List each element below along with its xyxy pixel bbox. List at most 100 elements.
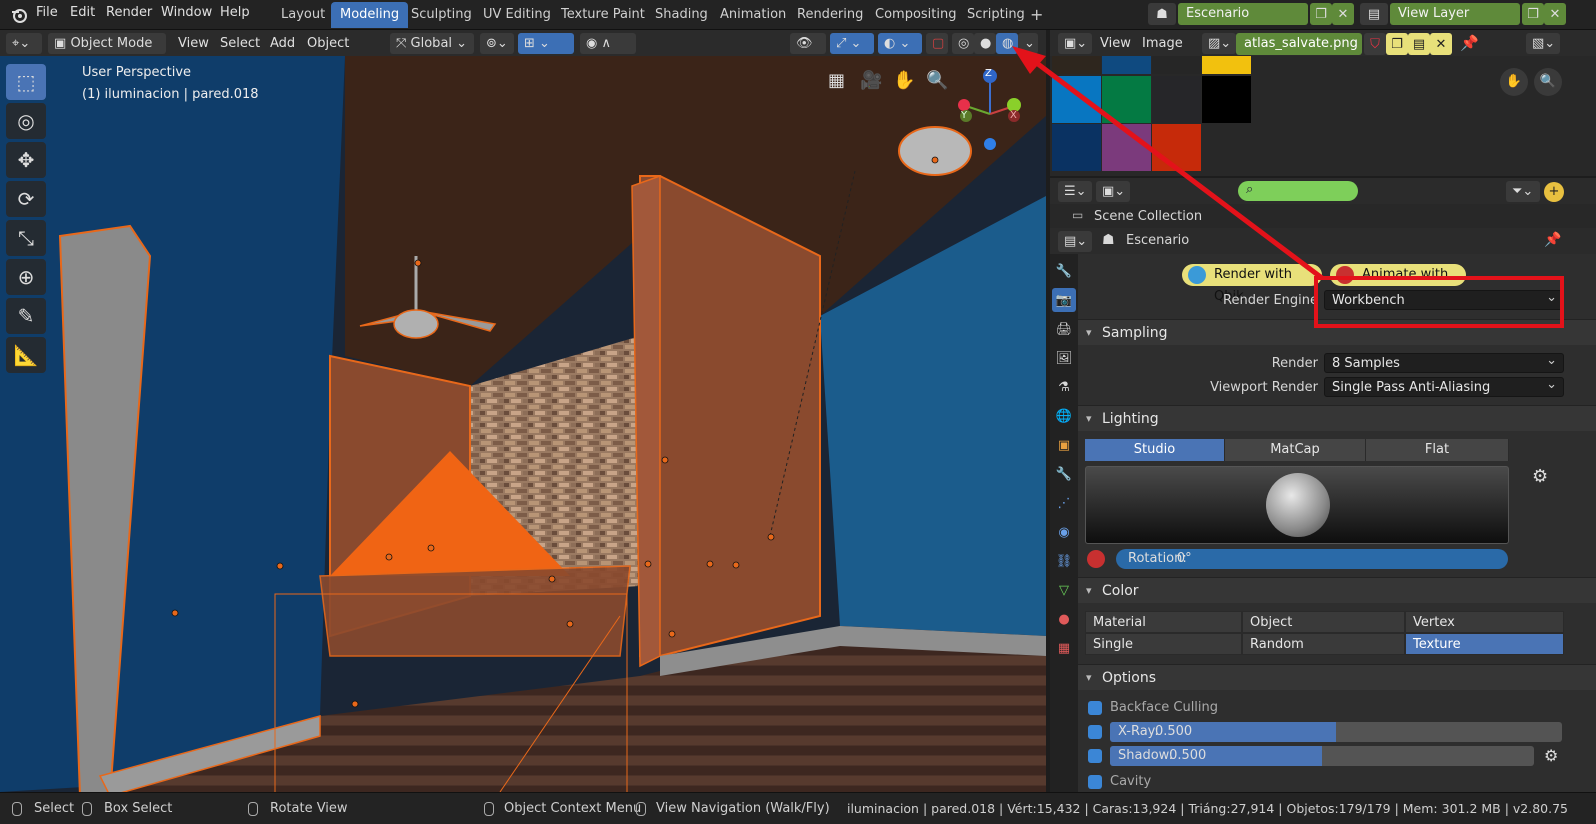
- viewport-render-dropdown[interactable]: Single Pass Anti-Aliasing: [1324, 375, 1564, 397]
- proportional-editing-icon[interactable]: ◉ ∧: [580, 33, 636, 54]
- select-box-tool-icon[interactable]: ⬚: [6, 64, 46, 100]
- lighting-mode-studio[interactable]: Studio: [1085, 439, 1225, 461]
- workspace-tab-shading[interactable]: Shading: [646, 2, 717, 28]
- lookdev-shading-icon[interactable]: ◍: [996, 33, 1018, 54]
- workspace-tab-texture-paint[interactable]: Texture Paint: [552, 2, 654, 28]
- studio-light-settings-icon[interactable]: ⚙: [1532, 466, 1548, 487]
- image-menu-view[interactable]: View: [1100, 34, 1131, 54]
- particles-tab-icon[interactable]: ⋰: [1052, 491, 1076, 515]
- scene-tab-icon[interactable]: ⚗: [1052, 375, 1076, 399]
- workspace-tab-compositing[interactable]: Compositing: [866, 2, 966, 28]
- color-mode-material[interactable]: Material: [1085, 611, 1242, 633]
- view-layer-tab-icon[interactable]: 🖼: [1052, 346, 1076, 370]
- toggle-grid-icon[interactable]: ▦: [828, 70, 845, 91]
- viewport-menu-object[interactable]: Object: [307, 34, 349, 54]
- unlink-image-icon[interactable]: ✕: [1430, 33, 1452, 55]
- new-image-icon[interactable]: ❐: [1386, 33, 1408, 55]
- color-mode-object[interactable]: Object: [1242, 611, 1405, 633]
- xray-checkbox[interactable]: [1088, 725, 1102, 739]
- color-mode-vertex[interactable]: Vertex: [1405, 611, 1564, 633]
- zoom-view-icon[interactable]: 🔍: [926, 70, 948, 91]
- open-image-icon[interactable]: ▤: [1408, 33, 1430, 55]
- xray-toggle-icon[interactable]: ▢: [926, 33, 948, 54]
- shadow-slider[interactable]: Shadow: 0.500: [1110, 746, 1534, 766]
- workspace-tab-animation[interactable]: Animation: [711, 2, 795, 28]
- color-panel-header[interactable]: Color: [1078, 577, 1596, 604]
- solid-shading-icon[interactable]: ●: [974, 33, 996, 54]
- cursor-tool-icon[interactable]: ◎: [6, 103, 46, 139]
- navigation-gizmo[interactable]: Z X Y: [950, 66, 1030, 156]
- image-menu-image[interactable]: Image: [1142, 34, 1183, 54]
- scale-tool-icon[interactable]: ⤡: [6, 220, 46, 256]
- visibility-icon[interactable]: 👁⌄: [790, 33, 826, 72]
- scene-name-field[interactable]: Escenario: [1178, 3, 1308, 25]
- lighting-mode-matcap[interactable]: MatCap: [1225, 439, 1366, 461]
- view-layer-selector-icon[interactable]: ▤: [1360, 3, 1388, 25]
- color-mode-single[interactable]: Single: [1085, 633, 1242, 655]
- xray-slider[interactable]: X-Ray: 0.500: [1110, 722, 1562, 742]
- snap-toggle-icon[interactable]: ⊞ ⌄: [518, 33, 574, 54]
- pan-view-icon[interactable]: ✋: [893, 70, 915, 91]
- image-zoom-icon[interactable]: 🔍: [1534, 68, 1562, 96]
- outliner-search-input[interactable]: [1238, 181, 1358, 201]
- rotation-slider[interactable]: Rotation: 0°: [1116, 549, 1508, 569]
- constraints-tab-icon[interactable]: ⛓: [1052, 549, 1076, 573]
- menu-help[interactable]: Help: [220, 5, 250, 20]
- annotate-tool-icon[interactable]: ✎: [6, 298, 46, 334]
- transform-orientation-dropdown[interactable]: ⤧ Global ⌄: [390, 33, 474, 54]
- properties-type-icon[interactable]: ▤⌄: [1058, 231, 1092, 252]
- wireframe-shading-icon[interactable]: ◎: [952, 33, 974, 54]
- delete-scene-icon[interactable]: ✕: [1332, 3, 1354, 25]
- menu-file[interactable]: File: [36, 5, 58, 20]
- image-editor-type-icon[interactable]: ▣⌄: [1058, 33, 1092, 54]
- properties-pin-icon[interactable]: 📌: [1544, 232, 1561, 248]
- scene-collection-item[interactable]: Scene Collection: [1094, 209, 1202, 224]
- image-canvas[interactable]: ✋ 🔍: [1050, 56, 1596, 176]
- image-display-icon[interactable]: ▧⌄: [1526, 33, 1560, 54]
- overlay-toggle-icon[interactable]: ◐ ⌄: [878, 33, 922, 54]
- options-panel-header[interactable]: Options: [1078, 664, 1596, 691]
- shading-options-icon[interactable]: ⌄: [1018, 33, 1038, 54]
- new-view-layer-icon[interactable]: ❐: [1522, 3, 1544, 25]
- world-tab-icon[interactable]: 🌐: [1052, 404, 1076, 428]
- world-space-lighting-icon[interactable]: [1087, 550, 1105, 568]
- add-workspace-button[interactable]: +: [1030, 5, 1043, 24]
- material-tab-icon[interactable]: ●: [1052, 607, 1076, 631]
- shadow-checkbox[interactable]: [1088, 749, 1102, 763]
- backface-culling-checkbox[interactable]: [1088, 701, 1102, 715]
- workspace-tab-modeling[interactable]: Modeling: [331, 2, 409, 28]
- cavity-checkbox[interactable]: [1088, 775, 1102, 789]
- physics-tab-icon[interactable]: ◉: [1052, 520, 1076, 544]
- measure-tool-icon[interactable]: 📐: [6, 337, 46, 373]
- color-mode-texture[interactable]: Texture: [1405, 633, 1564, 655]
- 3d-viewport[interactable]: User Perspective (1) iluminacion | pared…: [0, 56, 1046, 792]
- pin-icon[interactable]: 📌: [1460, 34, 1479, 52]
- texture-tab-icon[interactable]: ▦: [1052, 636, 1076, 660]
- workspace-tab-scripting[interactable]: Scripting: [958, 2, 1034, 28]
- display-mode-icon[interactable]: ▣⌄: [1096, 181, 1130, 202]
- data-tab-icon[interactable]: ▽: [1052, 578, 1076, 602]
- output-tab-icon[interactable]: 🖨: [1052, 317, 1076, 341]
- gizmo-toggle-icon[interactable]: ⤢ ⌄: [830, 33, 874, 54]
- render-tab-icon[interactable]: 📷: [1052, 288, 1076, 312]
- render-samples-dropdown[interactable]: 8 Samples: [1324, 351, 1564, 373]
- workspace-tab-uv-editing[interactable]: UV Editing: [474, 2, 560, 28]
- image-pan-icon[interactable]: ✋: [1500, 68, 1528, 96]
- rotate-tool-icon[interactable]: ⟳: [6, 181, 46, 217]
- shadow-settings-icon[interactable]: ⚙: [1544, 746, 1558, 765]
- scene-selector-icon[interactable]: ☗: [1148, 3, 1176, 25]
- viewport-menu-view[interactable]: View: [178, 34, 209, 54]
- workspace-tab-layout[interactable]: Layout: [272, 2, 334, 28]
- workspace-tab-sculpting[interactable]: Sculpting: [402, 2, 481, 28]
- filter-icon[interactable]: ⏷⌄: [1506, 181, 1540, 202]
- object-tab-icon[interactable]: ▣: [1052, 433, 1076, 457]
- tool-tab-icon[interactable]: 🔧: [1052, 259, 1076, 283]
- studio-light-preview[interactable]: [1085, 466, 1509, 544]
- blender-logo-icon[interactable]: [10, 6, 28, 24]
- editor-type-icon[interactable]: ⌖⌄: [6, 33, 42, 54]
- transform-tool-icon[interactable]: ⊕: [6, 259, 46, 295]
- lighting-panel-header[interactable]: Lighting: [1078, 405, 1596, 432]
- camera-view-icon[interactable]: 🎥: [860, 70, 882, 91]
- view-layer-field[interactable]: View Layer: [1390, 3, 1520, 25]
- viewport-menu-add[interactable]: Add: [270, 34, 295, 54]
